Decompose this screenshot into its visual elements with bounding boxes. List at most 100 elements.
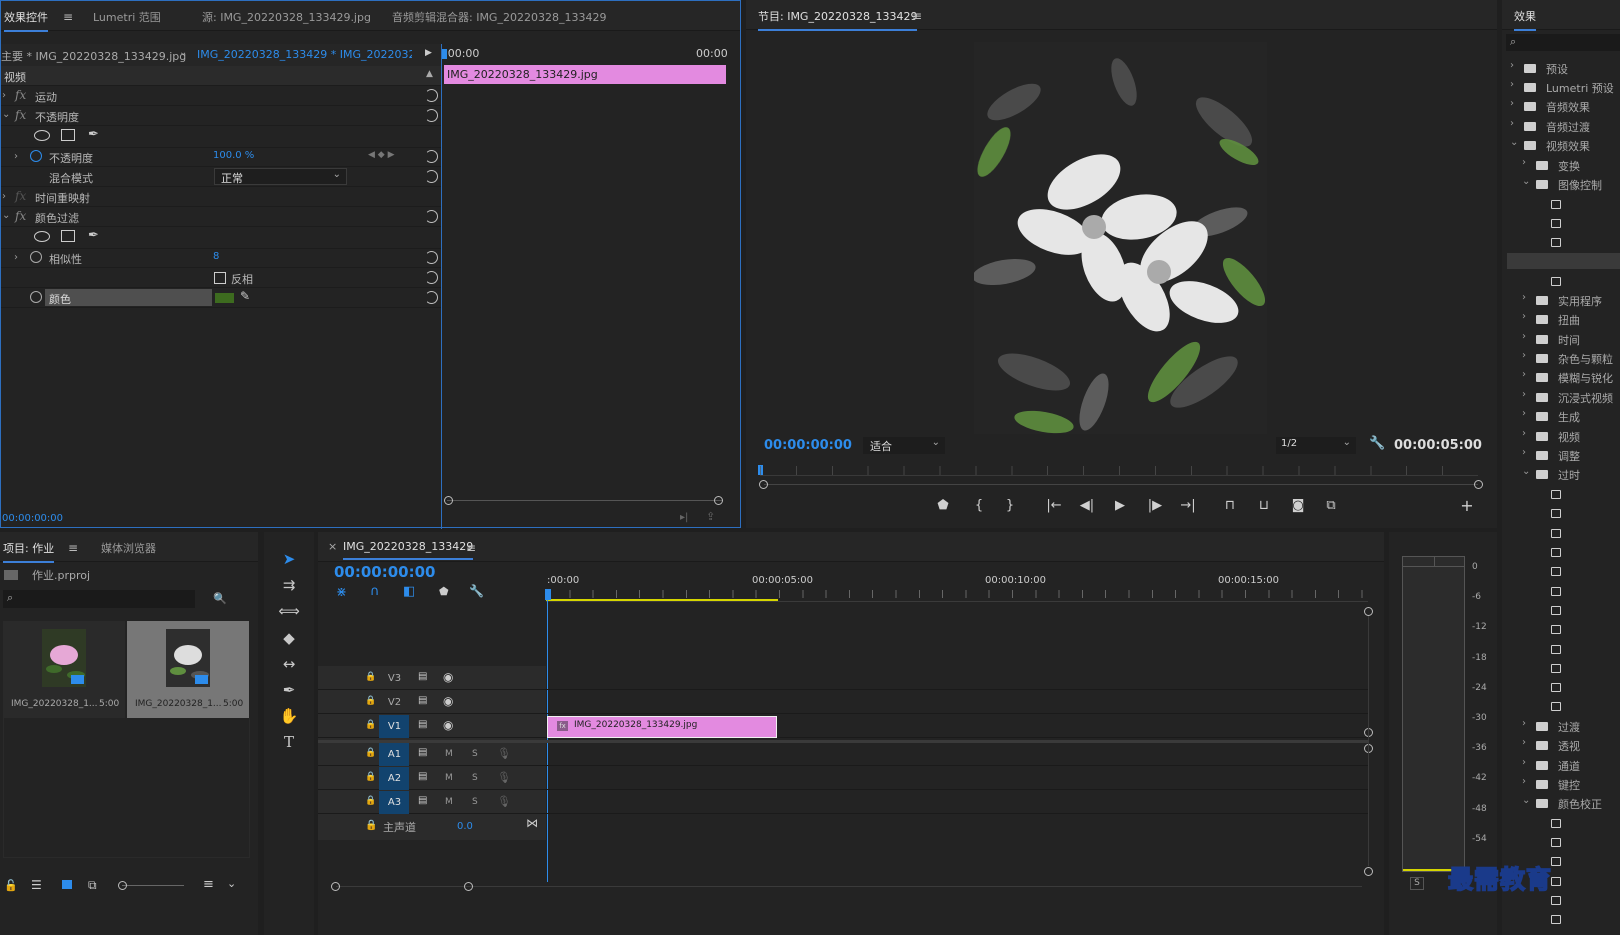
stopwatch-icon[interactable]: [30, 150, 42, 162]
list-view-icon[interactable]: ☰: [31, 878, 42, 892]
panel-menu-icon[interactable]: ≡: [912, 9, 922, 23]
audio-track-row[interactable]: 🔒 A3 ▤ M S 🎙: [318, 791, 1368, 814]
filter-icon[interactable]: ▸|: [680, 512, 688, 523]
microphone-icon[interactable]: 🎙: [497, 747, 511, 760]
work-area-bar[interactable]: [546, 599, 778, 601]
razor-tool-icon[interactable]: ◆: [276, 627, 302, 649]
effects-tree-item[interactable]: › 视频: [1510, 428, 1620, 447]
effect-preset-icon[interactable]: [1551, 606, 1561, 615]
chevron-down-icon[interactable]: ⌄: [1510, 137, 1518, 148]
lock-icon[interactable]: 🔒: [365, 672, 376, 682]
lock-icon[interactable]: 🔒: [365, 796, 376, 806]
eye-icon[interactable]: ◉: [443, 670, 453, 684]
lock-icon[interactable]: 🔒: [365, 696, 376, 706]
tab-media-browser[interactable]: 媒体浏览器: [101, 540, 156, 556]
chevron-right-icon[interactable]: ›: [1510, 60, 1514, 71]
similarity-value[interactable]: 8: [213, 251, 219, 262]
type-tool-icon[interactable]: T: [276, 731, 302, 753]
timeline-hscroll-handle-left[interactable]: [331, 882, 340, 891]
panel-menu-icon[interactable]: ≡: [68, 541, 78, 555]
thumb-size-slider[interactable]: [122, 885, 184, 886]
program-scrub-ticks[interactable]: [760, 466, 1478, 476]
effect-preset-icon[interactable]: [1551, 664, 1561, 673]
panel-menu-icon[interactable]: ≡: [466, 541, 476, 555]
timeline-hscroll-handle-right[interactable]: [464, 882, 473, 891]
chevron-right-icon[interactable]: ›: [1510, 98, 1514, 109]
effect-preset-icon[interactable]: [1551, 819, 1561, 828]
timeline-clip[interactable]: fx IMG_20220328_133429.jpg: [547, 716, 777, 738]
effect-preset-icon[interactable]: [1551, 587, 1561, 596]
program-zoom-handle-right[interactable]: [1474, 480, 1483, 489]
mute-button[interactable]: M: [445, 773, 453, 783]
add-button-icon[interactable]: +: [1457, 496, 1477, 515]
chevron-right-icon[interactable]: ›: [1522, 389, 1526, 400]
step-forward-icon[interactable]: |▶: [1145, 498, 1165, 513]
slip-tool-icon[interactable]: ↔: [276, 653, 302, 675]
color-swatch[interactable]: [215, 293, 234, 303]
chevron-down-icon[interactable]: ⌄: [2, 210, 10, 221]
fx-icon[interactable]: fx: [15, 108, 26, 122]
chevron-right-icon[interactable]: ›: [1522, 369, 1526, 380]
snap-icon[interactable]: ⋇: [336, 585, 347, 600]
chevron-right-icon[interactable]: ›: [2, 191, 6, 202]
reset-icon[interactable]: [425, 170, 438, 183]
audio-track-row[interactable]: 🔒 A2 ▤ M S 🎙: [318, 767, 1368, 790]
timeline-settings-icon[interactable]: 🔧: [469, 584, 484, 598]
mini-scroll-handle-left[interactable]: [444, 496, 453, 505]
selection-tool-icon[interactable]: ➤: [276, 548, 302, 570]
effects-tree-item[interactable]: › 沉浸式视频: [1510, 389, 1620, 408]
timeline-vscroll-handle[interactable]: [1364, 607, 1373, 616]
sequence-clip-label[interactable]: IMG_20220328_133429 * IMG_20220328_...: [197, 48, 412, 61]
go-to-end-icon[interactable]: ⋈: [526, 816, 538, 830]
effects-tree-item[interactable]: › 时间: [1510, 331, 1620, 350]
chevron-right-icon[interactable]: ›: [1522, 350, 1526, 361]
footer-timecode[interactable]: 00:00:00:00: [2, 513, 63, 524]
effect-motion[interactable]: › fx 运动: [1, 86, 441, 106]
effect-preset-icon[interactable]: [1551, 877, 1561, 886]
timeline-hscroll-track[interactable]: [336, 886, 1362, 887]
lock-icon[interactable]: 🔒: [365, 820, 377, 831]
effects-tree-item[interactable]: › 杂色与颗粒: [1510, 350, 1620, 369]
add-marker-icon[interactable]: ⬟: [933, 498, 953, 513]
mini-playhead[interactable]: [442, 49, 447, 59]
effect-preset-icon[interactable]: [1551, 683, 1561, 692]
reset-icon[interactable]: [425, 291, 438, 304]
lift-icon[interactable]: ⊓: [1220, 498, 1240, 513]
reset-icon[interactable]: [425, 109, 438, 122]
close-icon[interactable]: ×: [328, 540, 337, 553]
chevron-right-icon[interactable]: ›: [1510, 79, 1514, 90]
sync-lock-icon[interactable]: ▤: [418, 695, 427, 706]
effect-preset-icon[interactable]: [1551, 857, 1561, 866]
mute-button[interactable]: M: [445, 797, 453, 807]
sync-lock-icon[interactable]: ▤: [418, 671, 427, 682]
chevron-down-icon[interactable]: ⌄: [1522, 466, 1530, 477]
effect-preset-icon[interactable]: [1551, 625, 1561, 634]
mark-out-icon[interactable]: }: [1000, 498, 1020, 513]
extract-icon[interactable]: ⊔: [1254, 498, 1274, 513]
program-timecode[interactable]: 00:00:00:00: [764, 438, 852, 453]
solo-button[interactable]: S: [472, 773, 478, 783]
solo-button[interactable]: S: [472, 749, 478, 759]
effects-tree-item[interactable]: › Lumetri 预设: [1510, 79, 1620, 98]
reset-icon[interactable]: [425, 150, 438, 163]
effect-opacity[interactable]: ⌄ fx 不透明度: [1, 106, 441, 126]
mini-clip-bar[interactable]: IMG_20220328_133429.jpg: [444, 65, 726, 84]
reset-icon[interactable]: [425, 251, 438, 264]
chevron-right-icon[interactable]: ›: [14, 151, 18, 162]
effects-tree-item[interactable]: › 生成: [1510, 408, 1620, 427]
magnet-icon[interactable]: ∩: [370, 584, 380, 599]
chevron-right-icon[interactable]: ›: [1522, 737, 1526, 748]
effects-tree-item[interactable]: › 变换: [1510, 157, 1620, 176]
linked-selection-icon[interactable]: ◧: [403, 584, 415, 599]
eye-icon[interactable]: ◉: [443, 718, 453, 732]
reset-icon[interactable]: [425, 89, 438, 102]
effects-tree-item[interactable]: ⌄ 过时: [1510, 466, 1620, 485]
timeline-timecode[interactable]: 00:00:00:00: [334, 563, 436, 581]
video-track-row[interactable]: 🔒 V2 ▤ ◉: [318, 691, 1368, 714]
effect-preset-icon[interactable]: [1551, 548, 1561, 557]
effects-tree-item[interactable]: › 过渡: [1510, 718, 1620, 737]
play-arrow-icon[interactable]: ▶: [425, 48, 432, 58]
effect-preset-icon[interactable]: [1551, 277, 1561, 286]
chevron-down-icon[interactable]: ⌄: [227, 877, 236, 890]
freeform-view-icon[interactable]: ⧉: [88, 878, 97, 893]
